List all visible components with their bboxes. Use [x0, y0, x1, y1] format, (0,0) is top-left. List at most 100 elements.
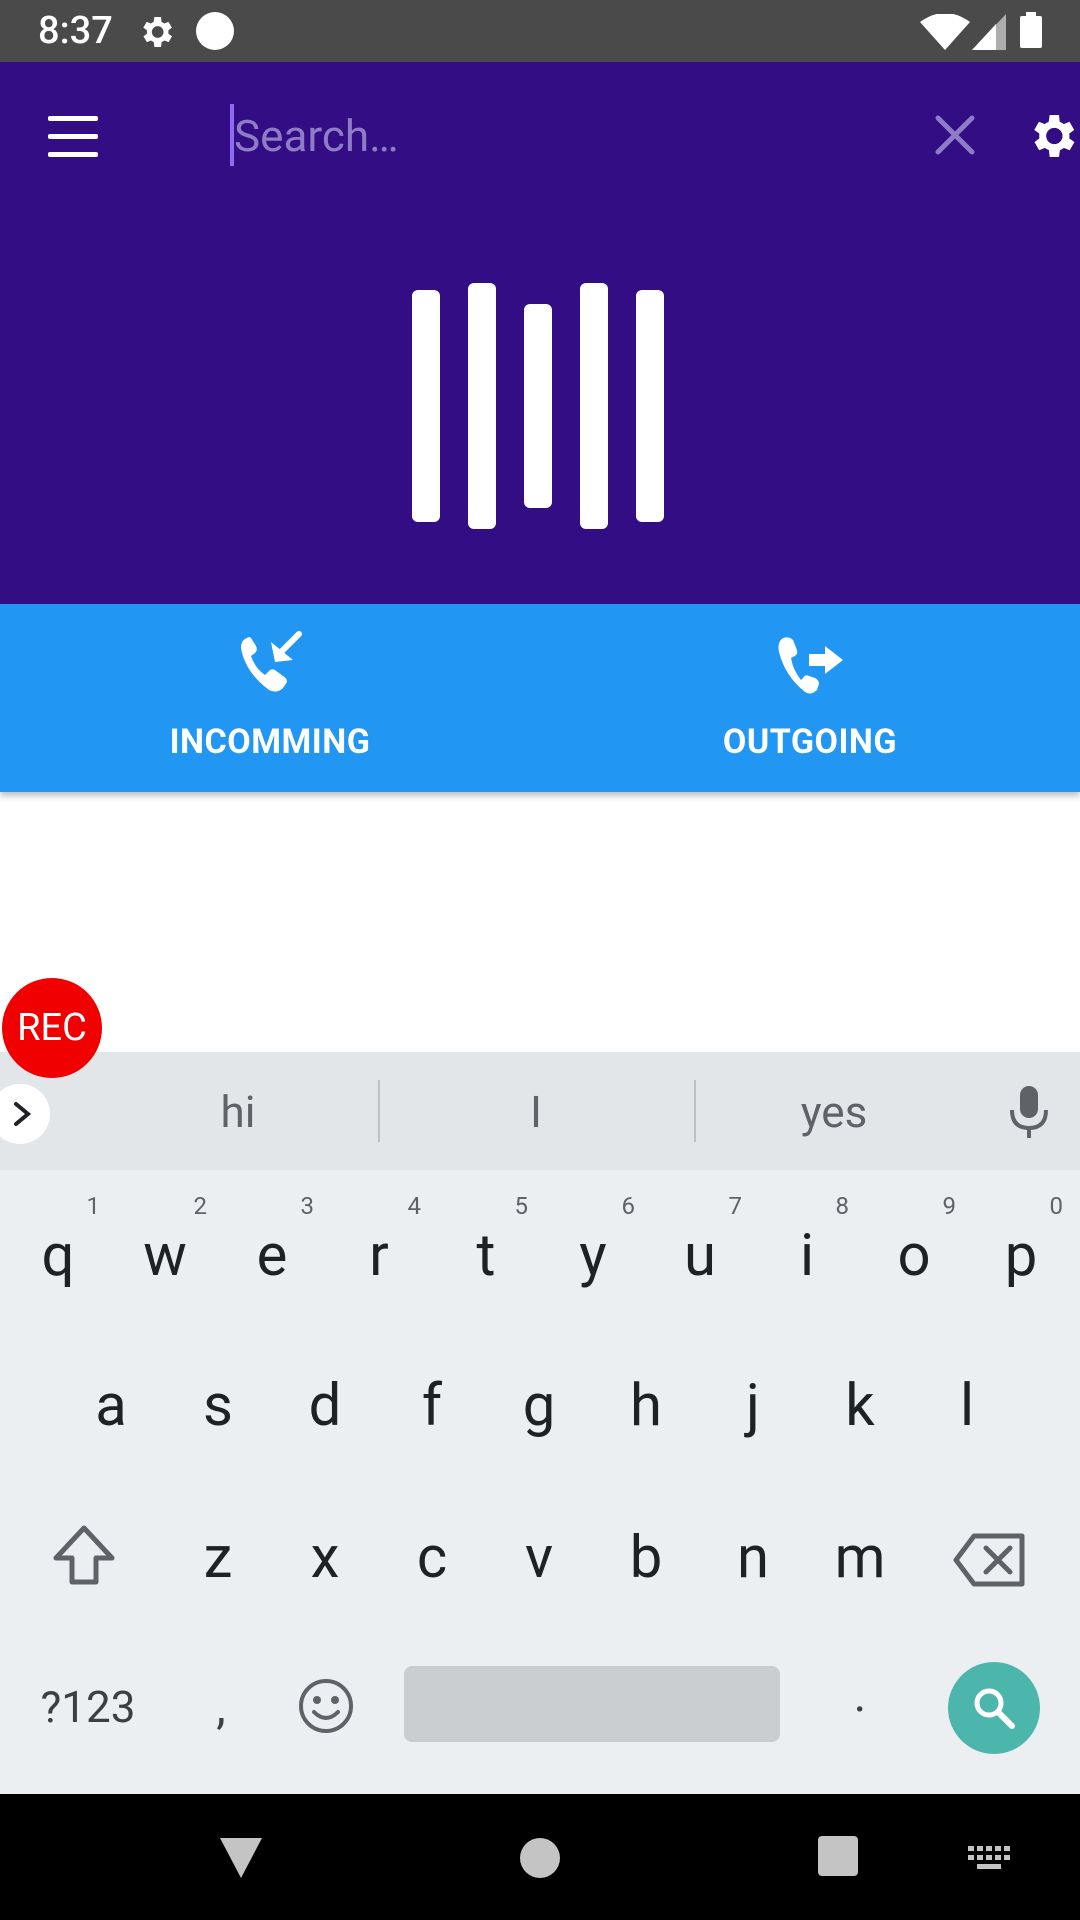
comma-key[interactable]: ,	[196, 1672, 246, 1742]
key-label: n	[736, 1524, 770, 1592]
logo-bar	[580, 283, 608, 529]
key-a[interactable]: a	[61, 1340, 161, 1460]
key-label: k	[845, 1372, 875, 1440]
key-hint: 1	[86, 1192, 101, 1220]
chevron-right-icon	[14, 1102, 32, 1126]
logo-bar	[636, 290, 664, 522]
menu-icon	[48, 116, 98, 121]
key-label: w	[143, 1222, 187, 1290]
tab-label: INCOMMING	[169, 722, 371, 762]
backspace-icon[interactable]	[952, 1530, 1028, 1590]
key-hint: 2	[193, 1192, 208, 1220]
key-label: y	[579, 1222, 607, 1290]
menu-button[interactable]	[40, 112, 104, 160]
key-label: u	[684, 1222, 716, 1290]
suggestion-divider	[378, 1080, 380, 1142]
key-hint: 6	[621, 1192, 636, 1220]
key-label: l	[959, 1372, 975, 1440]
home-icon[interactable]	[520, 1838, 560, 1878]
key-label: s	[203, 1372, 233, 1440]
key-t[interactable]: 5 t	[436, 1190, 536, 1310]
key-i[interactable]: 8 i	[757, 1190, 857, 1310]
incoming-call-icon	[241, 631, 302, 692]
signal-icon	[972, 14, 1006, 50]
emoji-icon[interactable]	[296, 1676, 356, 1736]
menu-icon-line	[48, 152, 98, 157]
key-label: p	[1004, 1222, 1038, 1290]
key-m[interactable]: m	[810, 1496, 910, 1616]
wifi-icon	[920, 14, 970, 50]
key-p[interactable]: 0 p	[971, 1190, 1071, 1310]
key-v[interactable]: v	[489, 1496, 589, 1616]
key-hint: 7	[728, 1192, 743, 1220]
recent-apps-icon[interactable]	[818, 1836, 858, 1876]
logo-bar	[524, 304, 552, 508]
status-bar: 8:37	[0, 0, 1080, 62]
key-k[interactable]: k	[810, 1340, 910, 1460]
menu-icon-line	[48, 134, 98, 139]
key-hint: 8	[835, 1192, 850, 1220]
key-label: v	[524, 1524, 554, 1592]
gear-icon	[143, 17, 172, 47]
key-o[interactable]: 9 o	[864, 1190, 964, 1310]
key-u[interactable]: 7 u	[650, 1190, 750, 1310]
tab-incoming[interactable]: INCOMMING	[0, 604, 540, 792]
battery-icon	[1020, 12, 1042, 48]
symbols-key[interactable]: ?123	[28, 1672, 148, 1742]
key-label: q	[41, 1222, 75, 1290]
period-key[interactable]: .	[840, 1660, 880, 1730]
key-x[interactable]: x	[275, 1496, 375, 1616]
key-label: a	[95, 1372, 127, 1440]
key-label: h	[630, 1372, 662, 1440]
key-n[interactable]: n	[703, 1496, 803, 1616]
search-action-key[interactable]	[948, 1662, 1040, 1754]
key-h[interactable]: h	[596, 1340, 696, 1460]
key-label: x	[310, 1524, 340, 1592]
key-label: i	[799, 1222, 815, 1290]
logo-bar	[468, 283, 496, 529]
search-icon	[974, 1688, 1015, 1729]
microphone-icon[interactable]	[1004, 1084, 1054, 1140]
key-y[interactable]: 6 y	[543, 1190, 643, 1310]
key-s[interactable]: s	[168, 1340, 268, 1460]
key-label: o	[897, 1222, 931, 1290]
key-r[interactable]: 4 r	[329, 1190, 429, 1310]
key-g[interactable]: g	[489, 1340, 589, 1460]
key-f[interactable]: f	[382, 1340, 482, 1460]
tab-label: OUTGOING	[722, 722, 898, 762]
key-hint: 3	[300, 1192, 315, 1220]
close-icon[interactable]	[930, 110, 980, 160]
key-hint: 9	[942, 1192, 957, 1220]
suggestion-divider	[694, 1080, 696, 1142]
call-tabs: INCOMMING OUTGOING	[0, 604, 1080, 792]
settings-gear-icon[interactable]	[1024, 106, 1080, 166]
key-label: c	[416, 1524, 448, 1592]
key-hint: 0	[1049, 1192, 1064, 1220]
key-l[interactable]: l	[917, 1340, 1017, 1460]
key-e[interactable]: 3 e	[222, 1190, 322, 1310]
key-j[interactable]: j	[703, 1340, 803, 1460]
space-key[interactable]	[404, 1666, 780, 1742]
key-label: t	[476, 1222, 496, 1290]
keyboard-switch-icon[interactable]	[968, 1846, 1010, 1870]
shift-icon[interactable]	[48, 1520, 120, 1592]
tab-outgoing[interactable]: OUTGOING	[540, 604, 1080, 792]
record-button[interactable]: REC	[2, 978, 102, 1078]
key-label: m	[834, 1524, 886, 1592]
key-z[interactable]: z	[168, 1496, 268, 1616]
app-logo	[410, 280, 670, 540]
key-q[interactable]: 1 q	[8, 1190, 108, 1310]
status-time: 8:37	[38, 9, 113, 53]
key-label: b	[629, 1524, 663, 1592]
suggestion-item[interactable]: yes	[734, 1060, 934, 1160]
suggestion-item[interactable]: I	[436, 1060, 636, 1160]
key-d[interactable]: d	[275, 1340, 375, 1460]
suggestion-item[interactable]: hi	[138, 1060, 338, 1160]
key-w[interactable]: 2 w	[115, 1190, 215, 1310]
key-c[interactable]: c	[382, 1496, 482, 1616]
key-b[interactable]: b	[596, 1496, 696, 1616]
back-icon[interactable]	[218, 1836, 264, 1880]
key-label: r	[369, 1222, 389, 1290]
search-input[interactable]	[234, 100, 894, 172]
logo-bar	[412, 290, 440, 522]
